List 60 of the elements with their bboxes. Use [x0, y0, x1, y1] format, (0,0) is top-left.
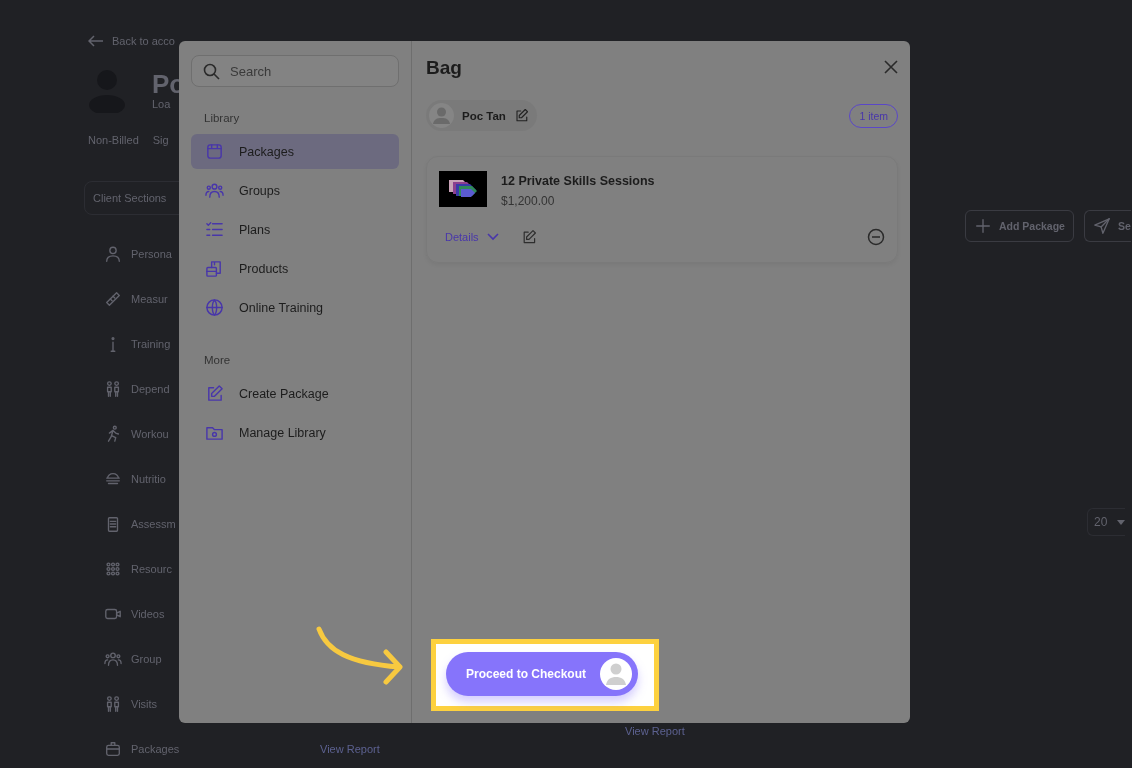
send-icon [1092, 217, 1111, 235]
menu-item[interactable]: Manage Library [191, 415, 399, 450]
item-name: 12 Private Skills Sessions [501, 174, 655, 188]
sidebar-item[interactable]: Measur [88, 276, 179, 321]
pencil-icon [513, 108, 529, 123]
person-icon [104, 244, 122, 263]
menu-item[interactable]: Online Training [191, 290, 399, 325]
ruler-icon [104, 289, 122, 308]
menu-item[interactable]: Packages [191, 134, 399, 169]
menu-item[interactable]: Create Package [191, 376, 399, 411]
people-icon [104, 694, 122, 713]
search-field[interactable]: Search [191, 55, 399, 87]
sidebar-item[interactable]: Packages [88, 726, 179, 768]
add-button[interactable]: Add Package [965, 210, 1074, 242]
client-subtitle: Loa [152, 98, 172, 110]
client-chip[interactable]: Poc Tan [426, 100, 537, 131]
panel-title: Bag [426, 57, 462, 79]
menu-item[interactable]: Groups [191, 173, 399, 208]
sidebar-item[interactable]: Group [88, 636, 179, 681]
send-button[interactable]: Se [1083, 210, 1131, 242]
checklist-icon [205, 220, 224, 239]
sidebar-item[interactable]: Assessm [88, 501, 179, 546]
back-arrow-icon [88, 35, 104, 47]
view-report-link[interactable]: View Report [625, 725, 685, 737]
menu-item[interactable]: Plans [191, 212, 399, 247]
sidebar-item[interactable]: Visits [88, 681, 179, 726]
status-tag: Non-Billed [88, 131, 139, 149]
item-price: $1,200.00 [501, 194, 556, 208]
section-label: More [204, 354, 232, 366]
avatar-icon [429, 103, 454, 128]
people-icon [104, 379, 122, 398]
avatar-icon [600, 658, 633, 690]
box-icon [205, 142, 224, 161]
sidebar-item[interactable]: Persona [88, 231, 179, 276]
group-icon [205, 181, 224, 200]
sidebar-item[interactable]: Depend [88, 366, 179, 411]
globe-icon [205, 298, 224, 317]
sidebar-item[interactable]: Resourc [88, 546, 179, 591]
plus-icon [974, 217, 992, 235]
checkout-button[interactable]: Proceed to Checkout [446, 652, 639, 696]
boxes-icon [205, 259, 224, 278]
box-icon [104, 739, 122, 758]
remove-icon[interactable] [867, 228, 885, 246]
close-icon[interactable] [884, 60, 898, 74]
section-label: Library [204, 112, 241, 124]
sidebar-item[interactable]: Workou [88, 411, 179, 456]
page-size-select[interactable]: 20 [1087, 508, 1126, 536]
sidebar-item[interactable]: Training [88, 321, 179, 366]
grid-icon [104, 559, 122, 578]
sidebar-item[interactable]: Videos [88, 591, 179, 636]
caret-icon [1117, 519, 1126, 525]
view-report-link[interactable]: View Report [320, 743, 380, 755]
sidebar-item[interactable]: Nutritio [88, 456, 179, 501]
search-icon [203, 63, 220, 80]
chevron-icon [486, 233, 499, 241]
menu-item[interactable]: Products [191, 251, 399, 286]
edit-icon [205, 384, 224, 403]
details-toggle[interactable]: Details [445, 231, 499, 243]
status-tag: Sig [152, 131, 169, 149]
back-link[interactable]: Back to acco [112, 35, 175, 47]
